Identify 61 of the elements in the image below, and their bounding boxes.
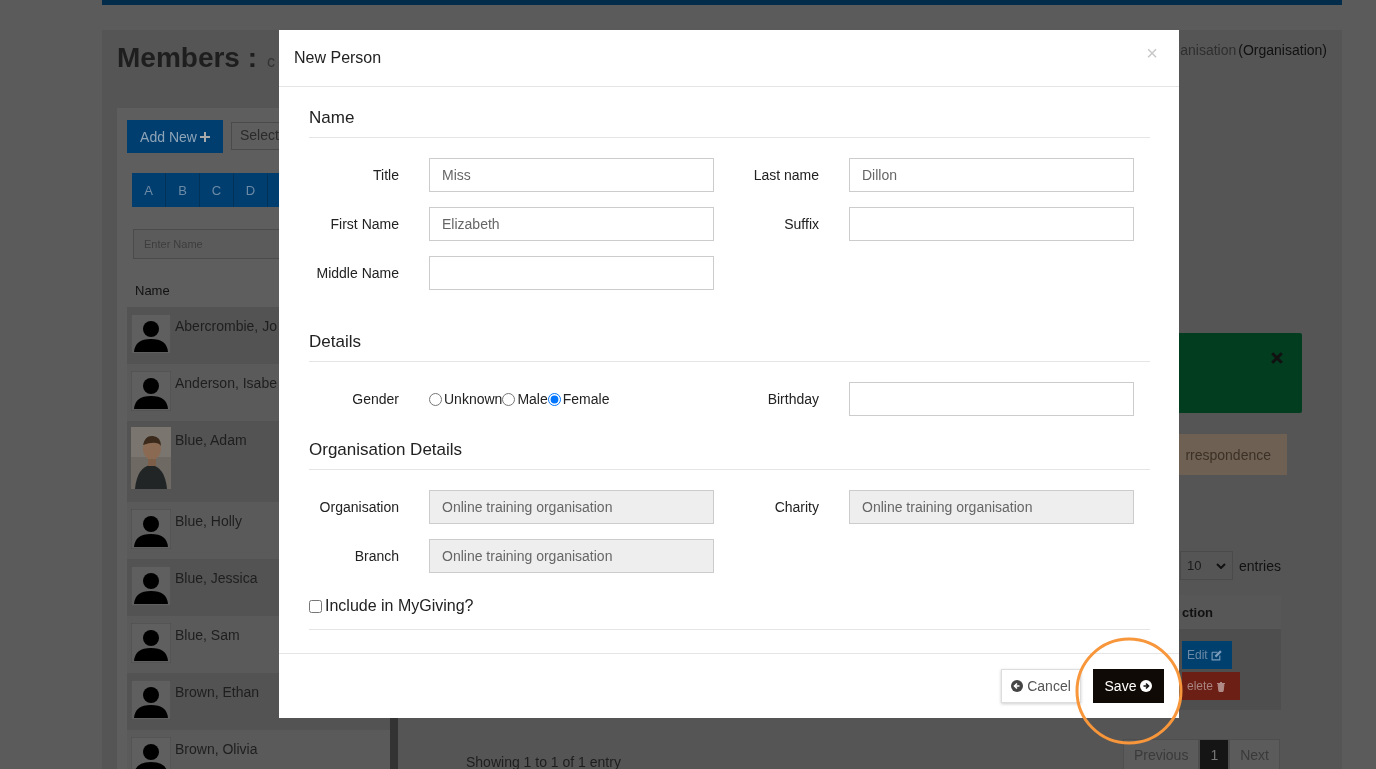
section-heading: Details — [309, 332, 1150, 362]
close-button[interactable]: × — [1140, 41, 1164, 65]
edit-button[interactable]: Edit — [1182, 641, 1232, 669]
text-field[interactable] — [849, 207, 1134, 241]
letter-filter-button[interactable]: A — [132, 173, 166, 207]
field-label: Last name — [752, 166, 819, 185]
member-name: Blue, Sam — [175, 626, 240, 643]
plus-icon — [199, 131, 210, 142]
pagination-button[interactable]: 1 — [1199, 739, 1230, 769]
member-name: Brown, Olivia — [175, 740, 258, 757]
person-silhouette-icon — [131, 680, 171, 720]
arrow-left-circle-icon — [1011, 680, 1024, 692]
field-label: Suffix — [783, 215, 819, 234]
text-field[interactable]: Dillon — [849, 158, 1134, 192]
entries-label: entries — [1239, 557, 1282, 574]
member-name: Blue, Holly — [175, 512, 242, 529]
trash-icon — [1216, 680, 1227, 692]
save-button[interactable]: Save — [1093, 669, 1164, 703]
member-name: Anderson, Isabe — [175, 374, 277, 391]
radio-button[interactable] — [429, 392, 442, 406]
letter-filter-button[interactable]: B — [166, 173, 200, 207]
field-label: Middle Name — [315, 264, 399, 283]
radio-label: Female — [562, 391, 610, 407]
delete-button[interactable]: elete — [1182, 672, 1240, 700]
dialog-title: New Person — [294, 49, 382, 67]
arrow-right-circle-icon — [1140, 680, 1153, 692]
section-heading: Organisation Details — [309, 440, 1150, 470]
person-silhouette-icon — [131, 737, 171, 769]
readonly-field[interactable]: Online training organisation — [429, 539, 714, 573]
section-heading: Name — [309, 108, 1150, 138]
text-field[interactable]: Miss — [429, 158, 714, 192]
person-silhouette-icon — [131, 623, 171, 663]
edit-icon — [1210, 649, 1222, 661]
text-field[interactable] — [849, 382, 1134, 416]
chevron-down-icon — [1216, 562, 1226, 569]
member-row[interactable]: Brown, Olivia — [127, 730, 390, 769]
field-label: Birthday — [766, 390, 819, 409]
checkbox[interactable] — [309, 599, 322, 613]
person-silhouette-icon — [131, 314, 171, 354]
radio-button[interactable] — [502, 392, 516, 406]
text-field[interactable] — [429, 256, 714, 290]
letter-filter-button[interactable]: C — [200, 173, 234, 207]
person-silhouette-icon — [131, 509, 171, 549]
entries-select[interactable]: 10 — [1180, 551, 1233, 580]
column-header: ction — [1182, 604, 1214, 620]
radio-button[interactable] — [547, 392, 561, 406]
add-new-button[interactable]: Add New — [127, 120, 223, 153]
letter-filter-button[interactable]: D — [234, 173, 268, 207]
cancel-button[interactable]: Cancel — [1001, 669, 1081, 703]
column-header: Name — [135, 282, 170, 298]
readonly-field[interactable]: Online training organisation — [429, 490, 714, 524]
text-field[interactable]: Elizabeth — [429, 207, 714, 241]
field-label: Charity — [773, 498, 819, 517]
page-title: Members : — [117, 42, 258, 74]
person-silhouette-icon — [131, 371, 171, 411]
readonly-field[interactable]: Online training organisation — [849, 490, 1134, 524]
person-silhouette-icon — [131, 566, 171, 606]
radio-label: Unknown — [444, 391, 503, 407]
breadcrumb-text: (Organisation) — [1238, 42, 1327, 58]
radio-label: Male — [517, 391, 548, 407]
field-label: Title — [372, 166, 399, 185]
